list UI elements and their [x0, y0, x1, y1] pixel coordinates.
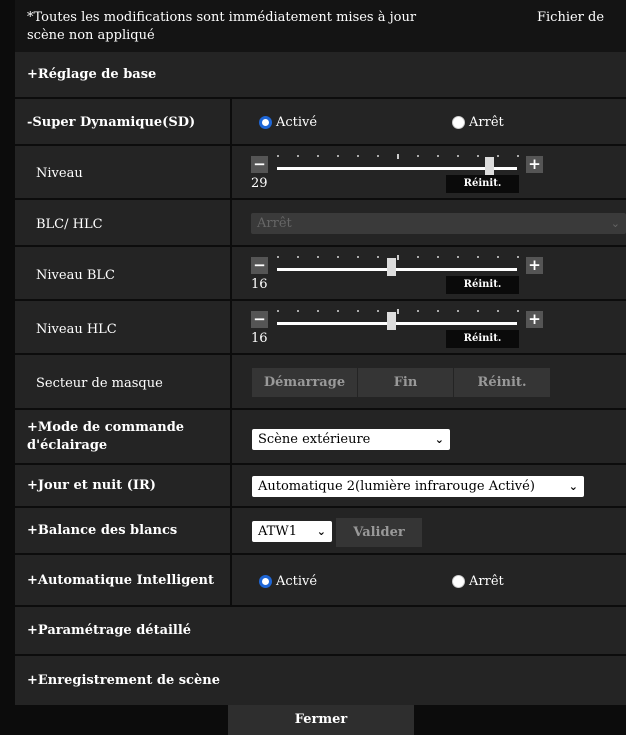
footer: Fermer	[15, 705, 626, 735]
blc-hlc-row: BLC/ HLC Arrêt ⌄	[15, 200, 626, 247]
blc-hlc-value: Arrêt	[257, 216, 292, 231]
lighting-mode-value: Scène extérieure	[258, 432, 371, 447]
radio-unselected-icon[interactable]	[452, 575, 465, 588]
ia-off-label: Arrêt	[469, 574, 504, 589]
minus-icon[interactable]: −	[251, 156, 268, 173]
mask-row: Secteur de masque Démarrage Fin Réinit.	[15, 355, 626, 410]
chevron-down-icon: ⌄	[568, 480, 578, 493]
ia-on-label: Activé	[276, 574, 318, 589]
lighting-mode-label-line1[interactable]: +Mode de commande	[27, 420, 184, 435]
slider-value: 16	[251, 277, 268, 292]
sd-row: -Super Dynamique(SD) Activé Arrêt	[15, 99, 626, 146]
niveau-blc-slider[interactable]: − +16 Réinit.	[251, 249, 551, 299]
ia-on-radio[interactable]: Activé	[259, 574, 317, 589]
blc-hlc-select: Arrêt ⌄	[251, 213, 626, 234]
section-scene-save-label[interactable]: +Enregistrement de scène	[27, 673, 220, 688]
slider-ticks	[277, 309, 519, 314]
sd-label[interactable]: -Super Dynamique(SD)	[27, 115, 195, 130]
slider-thumb[interactable]	[387, 258, 396, 276]
white-balance-label[interactable]: +Balance des blancs	[27, 523, 177, 538]
chevron-down-icon: ⌄	[610, 217, 620, 230]
mask-reset-button[interactable]: Réinit.	[454, 368, 550, 397]
niveau-hlc-row: Niveau HLC − +16 Réinit.	[15, 301, 626, 355]
plus-icon[interactable]: +	[526, 156, 543, 173]
slider-track[interactable]	[277, 322, 517, 325]
slider-value: 16	[251, 331, 268, 346]
day-night-select[interactable]: Automatique 2(lumière infrarouge Activé)…	[252, 476, 584, 497]
close-button[interactable]: Fermer	[228, 705, 414, 735]
ia-off-radio[interactable]: Arrêt	[452, 574, 504, 589]
slider-ticks	[277, 154, 519, 159]
minus-icon[interactable]: −	[251, 311, 268, 328]
setup-panel: *Toutes les modifications sont immédiate…	[15, 0, 626, 735]
plus-icon[interactable]: +	[526, 257, 543, 274]
radio-unselected-icon[interactable]	[452, 116, 465, 129]
slider-reset-button[interactable]: Réinit.	[446, 175, 519, 193]
niveau-slider[interactable]: − +29 Réinit.	[251, 148, 551, 198]
day-night-value: Automatique 2(lumière infrarouge Activé)	[258, 479, 535, 494]
section-basic-label[interactable]: +Réglage de base	[27, 67, 156, 82]
radio-selected-icon[interactable]	[259, 116, 272, 129]
section-basic[interactable]: +Réglage de base	[15, 52, 626, 99]
lighting-mode-label-line2[interactable]: d'éclairage	[27, 438, 107, 453]
white-balance-apply-button[interactable]: Valider	[336, 518, 422, 547]
niveau-blc-row: Niveau BLC − +16 Réinit.	[15, 247, 626, 301]
notice-banner: *Toutes les modifications sont immédiate…	[15, 0, 626, 52]
sd-off-label: Arrêt	[469, 115, 504, 130]
slider-track[interactable]	[277, 167, 517, 170]
section-detailed-label[interactable]: +Paramétrage détaillé	[27, 623, 191, 638]
slider-thumb[interactable]	[387, 312, 396, 330]
slider-reset-button[interactable]: Réinit.	[446, 276, 519, 294]
slider-track[interactable]	[277, 268, 517, 271]
slider-value: 29	[251, 176, 268, 191]
white-balance-select[interactable]: ATW1 ⌄	[252, 521, 332, 542]
slider-ticks	[277, 255, 519, 260]
sd-on-label: Activé	[276, 115, 318, 130]
sd-on-radio[interactable]: Activé	[259, 115, 317, 130]
white-balance-value: ATW1	[258, 524, 297, 539]
sd-off-radio[interactable]: Arrêt	[452, 115, 504, 130]
niveau-hlc-label: Niveau HLC	[36, 322, 117, 337]
day-night-label[interactable]: +Jour et nuit (IR)	[27, 478, 156, 493]
mask-start-button[interactable]: Démarrage	[252, 368, 357, 397]
notice-text-line1-right: Fichier de	[537, 10, 605, 25]
intelligent-auto-label[interactable]: +Automatique Intelligent	[27, 573, 214, 588]
notice-text-line2: scène non appliqué	[27, 28, 155, 43]
chevron-down-icon: ⌄	[316, 525, 326, 538]
lighting-mode-select[interactable]: Scène extérieure ⌄	[252, 429, 450, 450]
slider-thumb[interactable]	[485, 157, 494, 175]
niveau-blc-label: Niveau BLC	[36, 268, 115, 283]
section-scene-save[interactable]: +Enregistrement de scène	[15, 656, 626, 705]
intelligent-auto-row: +Automatique Intelligent Activé Arrêt	[15, 555, 626, 607]
blc-hlc-label: BLC/ HLC	[36, 217, 103, 232]
section-detailed[interactable]: +Paramétrage détaillé	[15, 607, 626, 656]
niveau-row: Niveau − +29 Réinit.	[15, 146, 626, 200]
mask-label: Secteur de masque	[36, 376, 163, 391]
lighting-mode-row: +Mode de commande d'éclairage Scène exté…	[15, 410, 626, 465]
mask-end-button[interactable]: Fin	[358, 368, 453, 397]
notice-text-line1: *Toutes les modifications sont immédiate…	[27, 10, 417, 25]
chevron-down-icon: ⌄	[434, 433, 444, 446]
radio-selected-icon[interactable]	[259, 575, 272, 588]
day-night-row: +Jour et nuit (IR) Automatique 2(lumière…	[15, 465, 626, 508]
slider-reset-button[interactable]: Réinit.	[446, 330, 519, 348]
plus-icon[interactable]: +	[526, 311, 543, 328]
niveau-hlc-slider[interactable]: − +16 Réinit.	[251, 303, 551, 353]
minus-icon[interactable]: −	[251, 257, 268, 274]
white-balance-row: +Balance des blancs ATW1 ⌄ Valider	[15, 508, 626, 555]
niveau-label: Niveau	[36, 166, 83, 181]
